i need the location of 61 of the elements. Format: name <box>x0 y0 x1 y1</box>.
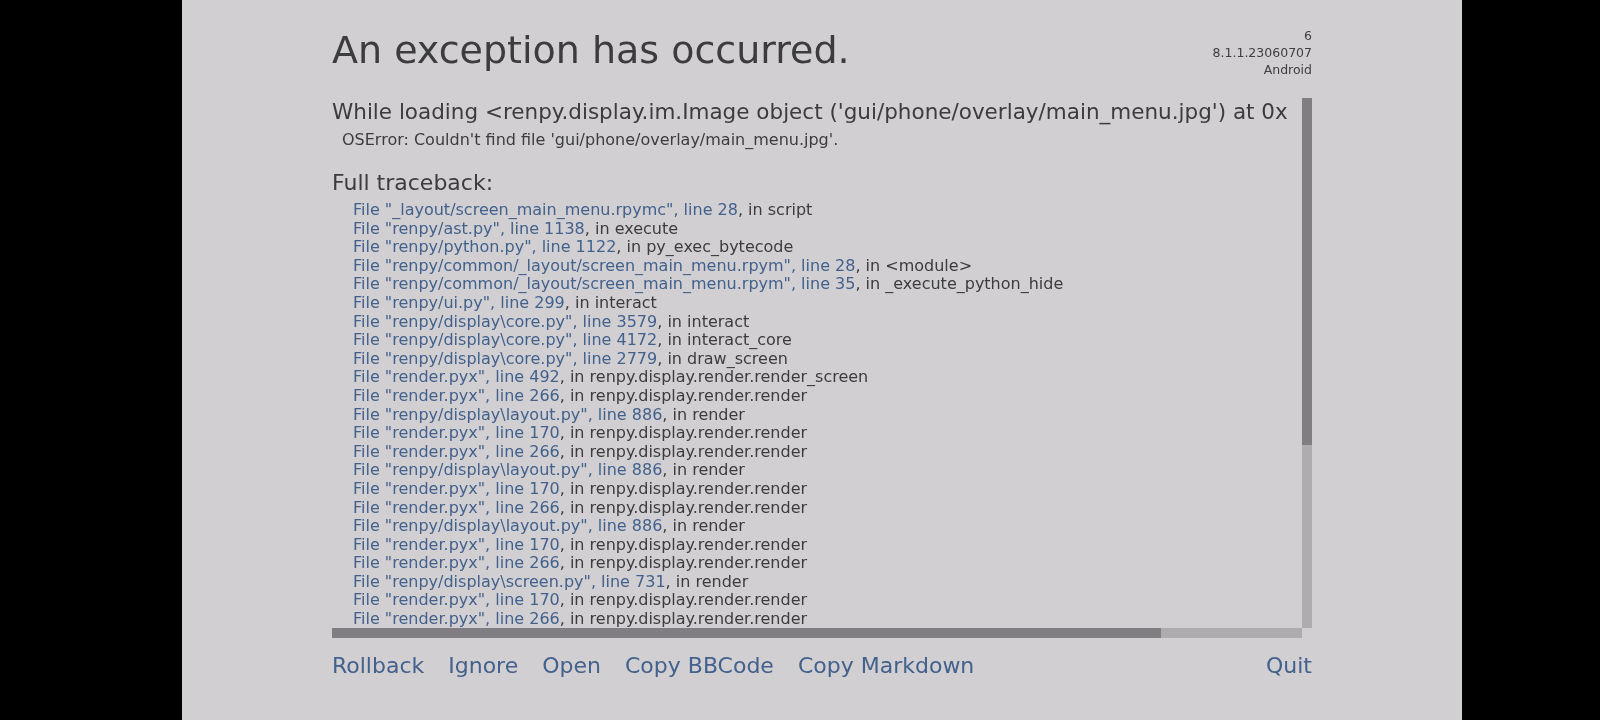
section-heading: Full traceback: <box>332 169 494 196</box>
file-link[interactable]: File "render.pyx", line 170 <box>353 534 560 554</box>
file-link[interactable]: File "renpy/ast.py", line 1138 <box>353 218 585 238</box>
vertical-scrollbar[interactable] <box>1302 98 1312 628</box>
version-text: 6 <box>1304 27 1312 44</box>
file-link[interactable]: File "renpy/display\core.py", line 4172 <box>353 330 658 350</box>
file-link[interactable]: File "renpy/python.py", line 1122 <box>353 237 617 257</box>
traceback-line: File "renpy/display\layout.py", line 886, in render <box>353 517 745 536</box>
file-link[interactable]: File "render.pyx", line 266 <box>353 497 560 517</box>
traceback-line: File "renpy/display\core.py", line 2779, in draw_screen <box>353 349 788 369</box>
error-message: While loading <renpy.display.im.Image object ('gui/phone/overlay/main_menu.jpg') at 0x <box>332 98 1288 125</box>
traceback-line: File "render.pyx", line 266, in renpy.display.render.render <box>353 386 808 406</box>
traceback-line: File "renpy/common/_layout/screen_main_menu.rpym", line 35, in _execute_python_hide <box>353 275 1064 294</box>
action-button[interactable]: Ignore <box>448 652 519 679</box>
traceback-line: File "renpy/display\core.py", line 3579, in interact <box>353 312 750 332</box>
error-detail: OSError: Couldn't find file 'gui/phone/overlay/main_menu.jpg'. <box>342 130 839 149</box>
traceback-line: File "render.pyx", line 266, in renpy.display.render.render <box>353 610 808 628</box>
version-text: Android <box>1263 61 1312 78</box>
traceback-line: File "render.pyx", line 170, in renpy.display.render.render <box>353 479 808 499</box>
traceback-line: File "renpy/common/_layout/screen_main_menu.rpym", line 28, in <module> <box>353 256 973 276</box>
file-link[interactable]: File "renpy/common/_layout/screen_main_menu.rpym", line 35 <box>353 274 856 294</box>
file-link[interactable]: File "renpy/display\core.py", line 3579 <box>353 311 658 331</box>
traceback-line: File "renpy/display\layout.py", line 886, in render <box>353 461 745 480</box>
traceback-line: File "renpy/display\screen.py", line 731, in render <box>353 572 749 592</box>
file-link[interactable]: File "renpy/display\screen.py", line 731 <box>353 571 666 591</box>
traceback-line: File "_layout/screen_main_menu.rpymc", line 28, in script <box>353 201 813 220</box>
version-text: 8.1.1.23060707 <box>1212 44 1312 61</box>
file-link[interactable]: File "render.pyx", line 266 <box>353 385 560 405</box>
traceback-line: File "render.pyx", line 266, in renpy.display.render.render <box>353 554 808 573</box>
file-link[interactable]: File "renpy/display\core.py", line 2779 <box>353 348 658 368</box>
traceback-line: File "renpy/ast.py", line 1138, in execute <box>353 219 679 239</box>
traceback-line: File "renpy/display\layout.py", line 886, in render <box>353 405 745 425</box>
file-link[interactable]: File "renpy/display\layout.py", line 886 <box>353 516 663 536</box>
traceback-line: File "render.pyx", line 170, in renpy.display.render.render <box>353 535 808 555</box>
traceback-line: File "renpy/display\core.py", line 4172, in interact_core <box>353 331 792 350</box>
file-link[interactable]: File "render.pyx", line 266 <box>353 553 560 573</box>
file-link[interactable]: File "_layout/screen_main_menu.rpymc", line 28 <box>353 200 738 219</box>
traceback-line: File "renpy/python.py", line 1122, in py_exec_bytecode <box>353 238 794 257</box>
action-button[interactable]: Copy Markdown <box>797 652 975 679</box>
traceback-line: File "render.pyx", line 170, in renpy.display.render.render <box>353 591 808 611</box>
traceback-line: File "renpy/ui.py", line 299, in interact <box>353 293 657 313</box>
action-button[interactable]: Rollback <box>332 652 425 679</box>
file-link[interactable]: File "render.pyx", line 170 <box>353 423 560 443</box>
file-link[interactable]: File "render.pyx", line 266 <box>353 441 560 461</box>
file-link[interactable]: File "render.pyx", line 170 <box>353 478 560 498</box>
scrollbar-thumb[interactable] <box>1302 98 1312 445</box>
action-button[interactable]: Open <box>542 652 601 679</box>
action-button[interactable]: Copy BBCode <box>625 652 774 679</box>
file-link[interactable]: File "render.pyx", line 492 <box>353 367 560 387</box>
file-link[interactable]: File "renpy/ui.py", line 299 <box>353 292 565 312</box>
file-link[interactable]: File "render.pyx", line 170 <box>353 590 560 610</box>
file-link[interactable]: File "render.pyx", line 266 <box>353 609 560 628</box>
page-title: An exception has occurred. <box>332 27 850 73</box>
traceback-line: File "render.pyx", line 492, in renpy.display.render.render_screen <box>353 368 869 387</box>
action-button[interactable]: Quit <box>1266 652 1312 679</box>
traceback-line: File "render.pyx", line 266, in renpy.display.render.render <box>353 442 808 462</box>
file-link[interactable]: File "renpy/display\layout.py", line 886 <box>353 404 663 424</box>
file-link[interactable]: File "renpy/common/_layout/screen_main_menu.rpym", line 28 <box>353 255 856 275</box>
traceback-line: File "render.pyx", line 170, in renpy.display.render.render <box>353 424 808 443</box>
traceback-line: File "render.pyx", line 266, in renpy.display.render.render <box>353 498 808 518</box>
file-link[interactable]: File "renpy/display\layout.py", line 886 <box>353 460 663 480</box>
